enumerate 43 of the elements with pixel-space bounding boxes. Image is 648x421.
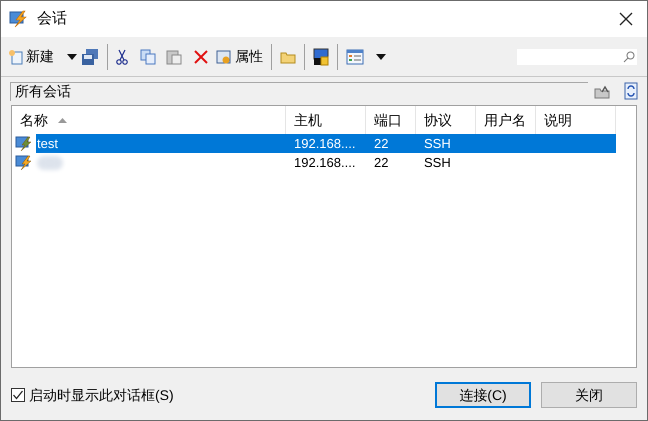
new-document-icon [8,48,24,64]
dialog-button[interactable]: 关闭 [541,382,637,408]
close-icon[interactable] [619,12,633,26]
column-header[interactable]: 说明 [544,110,572,130]
table-cell: 22 [374,154,388,170]
session-icon [15,136,33,152]
table-cell: 22 [374,136,388,151]
table-cell: 192.168.... [294,154,356,170]
copy-icon[interactable] [140,48,156,64]
column-header[interactable]: 用户名 [484,110,526,130]
app-icon [9,10,29,28]
path-bar: 所有会话 [10,82,588,100]
view-list-icon[interactable] [346,48,364,64]
search-icon [623,50,635,62]
session-name: test [37,136,58,151]
window-title: 会话 [37,8,67,29]
folder-icon[interactable] [280,50,296,64]
checkbox[interactable] [11,388,25,402]
refresh-icon[interactable] [624,82,638,100]
column-header[interactable]: 端口 [374,110,402,130]
dropdown-caret-icon[interactable] [67,54,77,60]
column-header[interactable]: 名称 [20,110,48,130]
sort-ascending-icon [58,118,67,122]
cut-icon[interactable] [116,48,128,64]
blurred-name [37,156,63,170]
session-row[interactable]: test 192.168.... 22 SSH [36,134,616,153]
table-cell: 192.168.... [294,136,356,151]
session-icon [15,154,33,170]
session-row[interactable]: 192.168.... 22 SSH [36,153,616,172]
save-icon[interactable] [81,48,99,66]
table-cell: SSH [424,136,451,151]
properties-icon [216,48,232,64]
delete-icon[interactable] [194,50,208,64]
column-header[interactable]: 主机 [294,110,322,130]
column-header[interactable]: 协议 [424,110,452,130]
dropdown-caret-icon[interactable] [376,54,386,60]
checkbox-label[interactable]: 启动时显示此对话框(S) [29,384,174,406]
properties-button[interactable]: 属性 [216,44,263,70]
search-field[interactable] [517,48,637,64]
dialog-button[interactable]: 连接(C) [435,382,531,408]
table-cell: SSH [424,154,451,170]
paste-icon[interactable] [166,48,182,64]
new-button[interactable]: 新建 [7,44,55,70]
